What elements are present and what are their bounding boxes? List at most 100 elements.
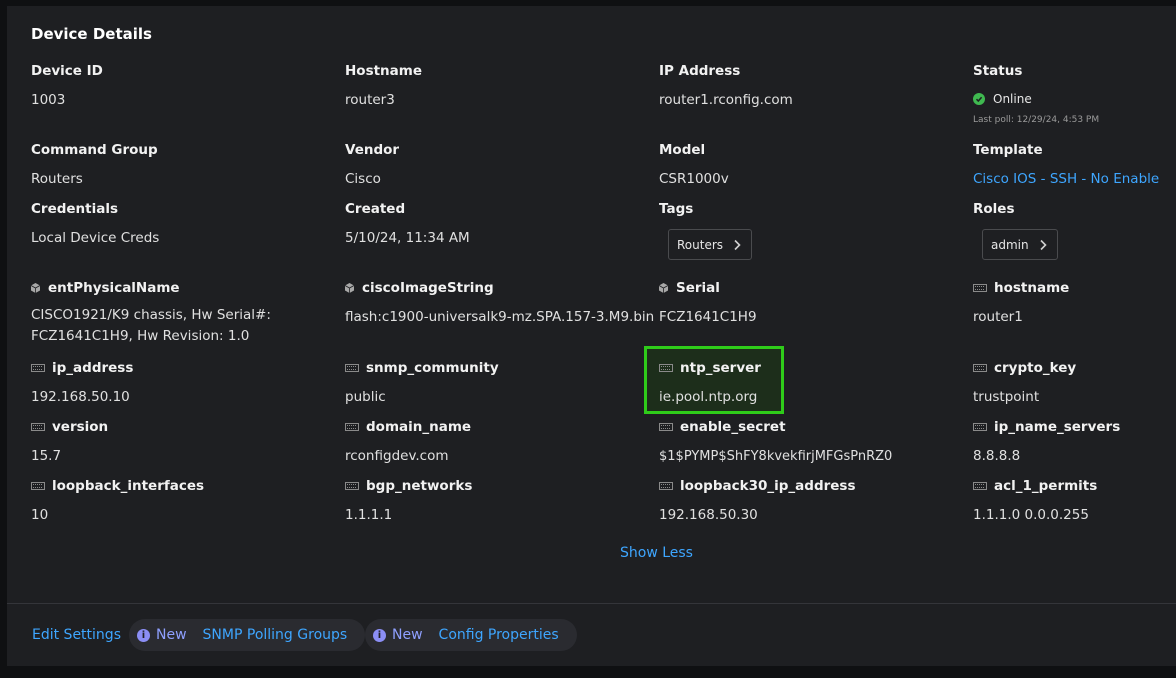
device-details-card: Device Details Device ID 1003 Hostname r… [7, 6, 1176, 666]
chevron-right-icon [1040, 239, 1047, 250]
field-label: entPhysicalName [48, 280, 180, 296]
cube-icon [31, 283, 40, 293]
field-label: ciscoImageString [362, 280, 494, 296]
variable-icon [345, 364, 359, 372]
tag-chip-label: Routers [677, 237, 724, 252]
prop-label-row: domain_name [345, 419, 471, 435]
variable-icon [973, 364, 987, 372]
footer-divider [7, 603, 1176, 604]
cube-icon [345, 283, 354, 293]
field-model: Model CSR1000v [659, 142, 729, 190]
field-label: Roles [973, 201, 1015, 217]
check-circle-icon [973, 93, 985, 105]
field-value: 192.168.50.10 [31, 389, 130, 405]
field-label: enable_secret [680, 419, 786, 435]
info-icon: i [373, 628, 386, 642]
page-title: Device Details [31, 25, 152, 43]
prop-label-row: loopback_interfaces [31, 478, 204, 494]
field-value: Routers [31, 171, 83, 187]
field-value: 10 [31, 507, 49, 523]
snmp-polling-groups-label: SNMP Polling Groups [202, 627, 348, 643]
prop-label-row: snmp_community [345, 360, 499, 376]
field-value: 192.168.50.30 [659, 507, 758, 523]
prop-label-row: version [31, 419, 108, 435]
prop-crypto-key: crypto_key trustpoint [973, 360, 1076, 408]
field-label: Command Group [31, 142, 158, 158]
field-value: 1.1.1.1 [345, 507, 393, 523]
prop-loopback-interfaces: loopback_interfaces 10 [31, 478, 204, 526]
field-label: IP Address [659, 63, 741, 79]
prop-label-row: ip_address [31, 360, 133, 376]
new-badge: New [392, 627, 423, 643]
field-device-id: Device ID 1003 [31, 63, 103, 111]
tag-chip[interactable]: Routers [668, 229, 753, 260]
status-value: Online [993, 92, 1032, 106]
field-value: Cisco [345, 171, 381, 187]
field-value: 15.7 [31, 448, 62, 464]
prop-label-row: acl_1_permits [973, 478, 1097, 494]
field-value: 1003 [31, 92, 66, 108]
field-value: CISCO1921/K9 chassis, Hw Serial#: FCZ164… [31, 307, 271, 344]
template-link[interactable]: Cisco IOS - SSH - No Enable [973, 169, 1159, 190]
field-tags: Tags Routers [659, 201, 753, 260]
field-value: trustpoint [973, 389, 1040, 405]
prop-label-row: crypto_key [973, 360, 1076, 376]
field-created: Created 5/10/24, 11:34 AM [345, 201, 470, 249]
prop-hostname: hostname router1 [973, 280, 1069, 328]
field-label: domain_name [366, 419, 472, 435]
field-value: public [345, 389, 386, 405]
field-label: Created [345, 201, 406, 217]
field-template: Template Cisco IOS - SSH - No Enable [973, 142, 1159, 190]
field-label: Vendor [345, 142, 400, 158]
field-value: 8.8.8.8 [973, 448, 1021, 464]
field-label: loopback30_ip_address [680, 478, 856, 494]
prop-enable-secret: enable_secret $1$PYMP$ShFY8kvekfirjMFGsP… [659, 419, 892, 467]
snmp-polling-groups-button[interactable]: i New SNMP Polling Groups [129, 619, 366, 651]
prop-label-row: loopback30_ip_address [659, 478, 856, 494]
prop-ip-address: ip_address 192.168.50.10 [31, 360, 133, 408]
field-label: ip_address [52, 360, 134, 376]
variable-icon [659, 482, 673, 490]
last-poll: Last poll: 12/29/24, 4:53 PM [973, 115, 1100, 125]
field-label: Template [973, 142, 1043, 158]
field-credentials: Credentials Local Device Creds [31, 201, 159, 249]
field-status: Status Online Last poll: 12/29/24, 4:53 … [973, 63, 1099, 125]
role-chip-label: admin [991, 237, 1029, 252]
field-label: version [52, 419, 109, 435]
variable-icon [659, 364, 673, 372]
prop-snmp-community: snmp_community public [345, 360, 499, 408]
prop-ip-name-servers: ip_name_servers 8.8.8.8 [973, 419, 1120, 467]
role-chip[interactable]: admin [982, 229, 1058, 260]
field-hostname: Hostname router3 [345, 63, 422, 111]
field-label: loopback_interfaces [52, 478, 205, 494]
prop-ciscoimagestring: ciscoImageString flash:c1900-universalk9… [345, 280, 654, 328]
field-label: crypto_key [994, 360, 1077, 376]
prop-label-row: Serial [659, 280, 757, 296]
prop-label-row: ciscoImageString [345, 280, 654, 296]
cube-icon [659, 283, 668, 293]
info-icon: i [137, 628, 150, 642]
field-command-group: Command Group Routers [31, 142, 158, 190]
field-value: router1 [973, 309, 1023, 325]
field-ip-address: IP Address router1.rconfig.com [659, 63, 793, 111]
field-vendor: Vendor Cisco [345, 142, 399, 190]
variable-icon [345, 482, 359, 490]
prop-label-row: entPhysicalName [31, 280, 301, 296]
field-value: router3 [345, 92, 395, 108]
variable-icon [659, 423, 673, 431]
prop-label-row: ntp_server [659, 360, 761, 376]
config-properties-button[interactable]: i New Config Properties [365, 619, 577, 651]
field-value: rconfigdev.com [345, 448, 449, 464]
show-less-link[interactable]: Show Less [620, 545, 693, 561]
field-label: Credentials [31, 201, 119, 217]
prop-domain-name: domain_name rconfigdev.com [345, 419, 471, 467]
field-value: flash:c1900-universalk9-mz.SPA.157-3.M9.… [345, 309, 655, 325]
prop-loopback30-ip-address: loopback30_ip_address 192.168.50.30 [659, 478, 856, 526]
field-value: $1$PYMP$ShFY8kvekfirjMFGsPnRZ0 [659, 449, 893, 464]
variable-icon [31, 364, 45, 372]
variable-icon [973, 284, 987, 292]
edit-settings-link[interactable]: Edit Settings [32, 627, 121, 643]
field-label: snmp_community [366, 360, 499, 376]
field-label: ip_name_servers [994, 419, 1121, 435]
field-label: acl_1_permits [994, 478, 1098, 494]
